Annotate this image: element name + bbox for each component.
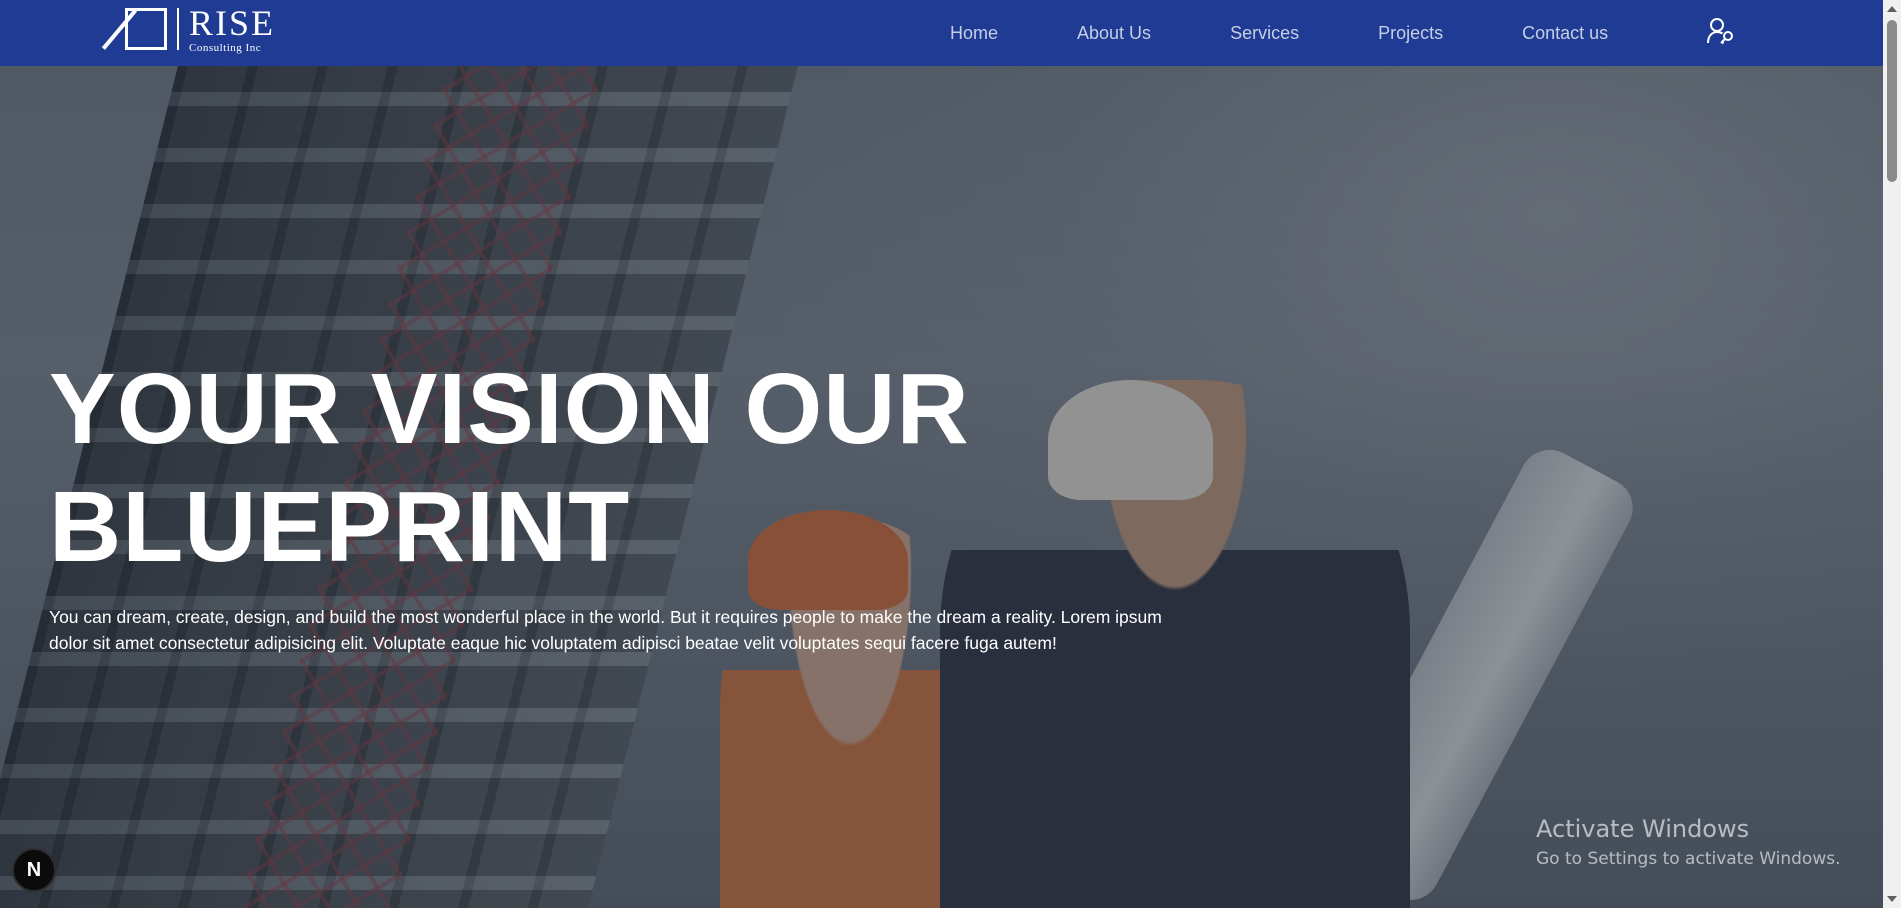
logo-text: RISE Consulting Inc xyxy=(189,5,275,54)
brand-name: RISE xyxy=(189,2,276,43)
logo-mark-icon xyxy=(125,8,167,50)
n-badge-button[interactable]: N xyxy=(12,848,56,892)
nav-link-home[interactable]: Home xyxy=(950,23,998,44)
scrollbar[interactable] xyxy=(1883,0,1901,908)
main-nav: Home About Us Services Projects Contact … xyxy=(950,0,1608,66)
user-key-icon[interactable] xyxy=(1706,16,1736,46)
scroll-up-arrow-icon[interactable] xyxy=(1887,6,1897,12)
watermark-title: Activate Windows xyxy=(1536,815,1750,843)
windows-activation-watermark: Activate Windows Go to Settings to activ… xyxy=(1536,815,1841,869)
brand-logo[interactable]: RISE Consulting Inc xyxy=(125,5,275,54)
nav-link-projects[interactable]: Projects xyxy=(1378,23,1443,44)
watermark-subtitle: Go to Settings to activate Windows. xyxy=(1536,849,1841,869)
navbar: RISE Consulting Inc Home About Us Servic… xyxy=(0,0,1883,66)
scroll-down-arrow-icon[interactable] xyxy=(1887,896,1897,902)
hero-content: YOUR VISION OUR BLUEPRINT You can dream,… xyxy=(49,350,1249,656)
hero-title: YOUR VISION OUR BLUEPRINT xyxy=(49,353,970,583)
brand-subtitle: Consulting Inc xyxy=(189,41,262,54)
page: RISE Consulting Inc Home About Us Servic… xyxy=(0,0,1901,908)
nav-link-contact-us[interactable]: Contact us xyxy=(1522,23,1608,44)
hero-description: You can dream, create, design, and build… xyxy=(49,607,1162,653)
scroll-thumb[interactable] xyxy=(1887,20,1897,182)
logo-divider xyxy=(177,8,179,50)
nav-link-services[interactable]: Services xyxy=(1230,23,1299,44)
nav-link-about-us[interactable]: About Us xyxy=(1077,23,1151,44)
